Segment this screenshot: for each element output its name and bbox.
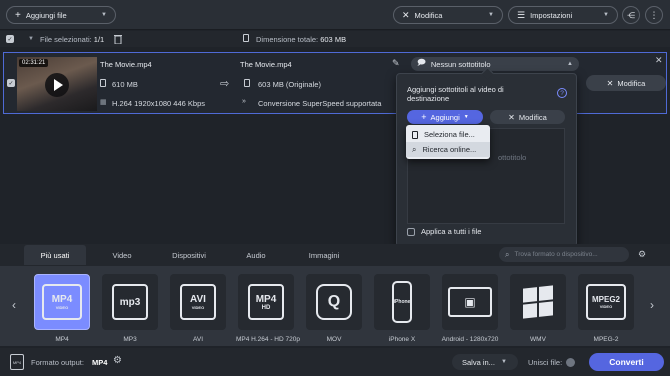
plus-icon: + — [15, 9, 21, 21]
format-tabs: Più usati Video Dispositivi Audio Immagi… — [0, 244, 670, 266]
format-search-input[interactable]: ⌕ Trova formato o dispositivo... — [499, 247, 629, 262]
avi-icon: AVI VIDEO — [180, 284, 216, 320]
subtitle-placeholder: ottotitolo — [498, 153, 527, 162]
quicktime-icon: Q — [316, 284, 352, 320]
format-mp3[interactable]: mp3 MP3 — [100, 274, 160, 343]
windows-icon — [523, 285, 553, 319]
edit-subtitle-button[interactable]: ✕ Modifica — [490, 110, 565, 124]
format-settings-icon[interactable]: ⚙ — [638, 249, 646, 260]
chevron-down-icon: ▼ — [28, 36, 34, 42]
merge-files-label: Unisci file: — [528, 358, 563, 367]
popup-title: Aggiungi sottotitoli al video di destina… — [407, 85, 504, 103]
rename-pencil-icon[interactable]: ✎ — [392, 58, 400, 69]
format-mpeg2[interactable]: MPEG2 VIDEO MPEG-2 — [576, 274, 636, 343]
tab-most-used[interactable]: Più usati — [24, 245, 86, 265]
format-iphone-x[interactable]: iPhone iPhone X — [372, 274, 432, 343]
format-panel: ‹ › MP4 VIDEO MP4 mp3 MP3 AVI VIDEO AVI MP… — [0, 266, 670, 346]
remove-file-icon[interactable]: ✕ — [655, 55, 663, 66]
top-toolbar: + Aggiungi file ▼ ✕ Modifica ▼ ☰ Imposta… — [0, 0, 670, 30]
file-icon — [244, 79, 250, 89]
iphone-icon: iPhone — [392, 281, 412, 323]
chevron-down-icon: ▼ — [488, 12, 494, 18]
mpeg2-icon: MPEG2 VIDEO — [586, 284, 626, 320]
apply-all-checkbox[interactable] — [407, 227, 415, 236]
add-subtitle-menu: Seleziona file... ⌕ Ricerca online... — [406, 125, 490, 159]
play-icon[interactable] — [45, 73, 69, 97]
file-checkbox[interactable]: ✓ — [7, 79, 15, 87]
edit-menu-button[interactable]: ✕ Modifica ▼ — [393, 6, 503, 24]
source-file-name: The Movie.mp4 — [100, 60, 152, 69]
add-files-button[interactable]: + Aggiungi file ▼ — [6, 6, 116, 24]
search-icon: ⌕ — [412, 144, 417, 154]
output-format-value: MP4 — [92, 358, 108, 367]
duration-badge: 02:31:21 — [19, 59, 49, 67]
more-vertical-icon: ⋮ — [649, 9, 659, 20]
scroll-right-icon[interactable]: › — [650, 298, 654, 312]
tab-devices[interactable]: Dispositivi — [158, 245, 220, 265]
chevron-down-icon: ▼ — [101, 12, 107, 18]
subtitle-icon: 🗩 — [417, 58, 426, 67]
tab-video[interactable]: Video — [90, 245, 154, 265]
chevron-down-icon: ▼ — [463, 114, 469, 120]
plus-icon: + — [421, 112, 427, 122]
chevron-down-icon: ▼ — [500, 359, 507, 365]
tab-audio[interactable]: Audio — [224, 245, 288, 265]
format-mp4[interactable]: MP4 VIDEO MP4 — [32, 274, 92, 343]
save-in-button[interactable]: Salva in... ▼ — [452, 354, 518, 370]
more-button[interactable]: ⋮ — [645, 6, 663, 24]
mp3-icon: mp3 — [112, 284, 148, 320]
total-size-label: Dimensione totale: 603 MB — [256, 35, 347, 44]
help-icon[interactable]: ? — [557, 88, 567, 98]
chevron-down-icon: ▼ — [603, 12, 609, 18]
format-wmv[interactable]: WMV — [508, 274, 568, 343]
scroll-left-icon[interactable]: ‹ — [12, 298, 16, 312]
share-button[interactable]: ⋲ — [622, 6, 640, 24]
edit-tools-icon: ✕ — [508, 112, 515, 122]
mp4-hd-icon: MP4 HD — [248, 284, 284, 320]
menu-item-search-online[interactable]: ⌕ Ricerca online... — [406, 142, 490, 157]
tools-icon: ✕ — [402, 9, 410, 20]
file-edit-button[interactable]: ✕ Modifica — [586, 75, 666, 91]
file-icon — [412, 130, 418, 139]
output-format-label: Formato output: — [31, 358, 84, 367]
select-all-checkbox[interactable]: ✓ — [6, 35, 14, 43]
chevron-up-icon: ▲ — [567, 61, 573, 67]
file-icon — [100, 79, 106, 89]
edit-tools-icon: ✕ — [606, 78, 614, 88]
video-thumbnail[interactable]: 02:31:21 — [17, 57, 97, 111]
apply-all-row[interactable]: Applica a tutti i file — [407, 227, 481, 236]
output-format-icon: MP4 — [10, 354, 24, 370]
source-info: H.264 1920x1080 446 Kbps — [112, 99, 205, 108]
video-info-icon: ▦ — [100, 99, 107, 106]
convert-arrow-icon: ⇨ — [220, 78, 230, 90]
add-subtitle-button[interactable]: + Aggiungi ▼ — [407, 110, 483, 124]
settings-icon: ☰ — [517, 9, 526, 20]
format-settings-icon[interactable]: ⚙ — [113, 355, 122, 366]
search-icon: ⌕ — [505, 249, 510, 259]
tab-images[interactable]: Immagini — [292, 245, 356, 265]
subtitle-popup: Aggiungi sottotitoli al video di destina… — [396, 67, 577, 247]
share-icon: ⋲ — [627, 10, 635, 20]
format-mp4-hd[interactable]: MP4 HD MP4 H.264 - HD 720p — [236, 274, 300, 343]
convert-button[interactable]: Converti — [589, 353, 664, 371]
subtitle-select[interactable]: 🗩 Nessun sottotitolo ▲ — [411, 57, 579, 71]
source-size: 610 MB — [112, 80, 138, 89]
delete-icon[interactable] — [114, 34, 122, 46]
format-android[interactable]: ▣ Android - 1280x720 — [440, 274, 500, 343]
format-avi[interactable]: AVI VIDEO AVI — [168, 274, 228, 343]
superspeed-icon: » — [242, 98, 246, 105]
settings-button[interactable]: ☰ Impostazioni ▼ — [508, 6, 618, 24]
file-icon — [243, 34, 249, 44]
android-icon: ▣ — [448, 287, 492, 317]
menu-item-select-file[interactable]: Seleziona file... — [406, 127, 490, 142]
superspeed-label: Conversione SuperSpeed supportata — [258, 99, 382, 108]
selected-files-label: File selezionati: 1/1 — [40, 35, 105, 44]
mp4-icon: MP4 VIDEO — [42, 284, 82, 320]
output-size: 603 MB (Originale) — [258, 80, 321, 89]
format-mov[interactable]: Q MOV — [304, 274, 364, 343]
output-file-name: The Movie.mp4 — [240, 60, 292, 69]
bottom-bar: MP4 Formato output: MP4 ⚙ Salva in... ▼ … — [0, 348, 670, 376]
merge-files-toggle[interactable] — [566, 358, 575, 367]
file-list-header: ✓ ▼ File selezionati: 1/1 Dimensione tot… — [0, 31, 670, 47]
